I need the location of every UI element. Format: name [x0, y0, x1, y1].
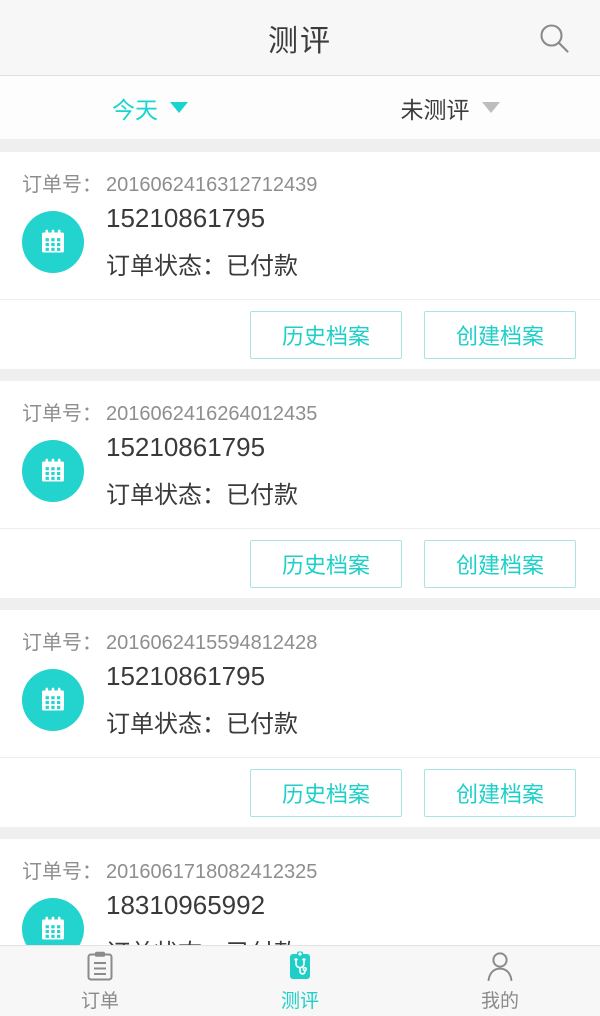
calendar-icon — [22, 898, 84, 945]
search-icon[interactable] — [532, 16, 576, 60]
filter-date[interactable]: 今天 — [0, 76, 300, 139]
calendar-icon — [22, 440, 84, 502]
person-icon — [485, 949, 515, 983]
order-card[interactable]: 订单号： 2016062416264012435 15210861795 订单状态：已… — [0, 381, 600, 598]
order-number-label: 订单号： — [22, 174, 102, 196]
order-number-value: 2016062415594812428 — [106, 632, 318, 654]
chevron-down-icon — [170, 102, 188, 113]
history-record-button[interactable]: 历史档案 — [250, 539, 402, 588]
order-card-actions: 历史档案 创建档案 — [0, 757, 600, 827]
order-number-value: 2016062416312712439 — [106, 174, 318, 196]
order-card-body: 订单号： 2016062415594812428 15210861795 订单状态：已… — [0, 610, 600, 757]
order-status-label: 订单状态： — [106, 711, 226, 738]
order-card-actions: 历史档案 创建档案 — [0, 528, 600, 598]
order-number-row: 订单号： 2016062416264012435 — [0, 397, 600, 432]
customer-phone: 15210861795 — [106, 203, 266, 233]
customer-phone: 15210861795 — [106, 432, 266, 462]
order-status-value: 已付款 — [226, 253, 298, 280]
order-card-texts: 15210861795 订单状态：已付款 — [106, 432, 298, 510]
filter-status[interactable]: 未测评 — [300, 76, 600, 139]
page-title: 测评 — [268, 24, 332, 58]
tab-evaluation[interactable]: 测评 — [200, 946, 400, 1016]
tab-mine[interactable]: 我的 — [400, 946, 600, 1016]
order-status: 订单状态：已付款 — [106, 475, 298, 510]
order-number-row: 订单号： 2016062416312712439 — [0, 168, 600, 203]
customer-phone: 15210861795 — [106, 661, 266, 691]
order-card-main: 15210861795 订单状态：已付款 — [0, 432, 600, 520]
order-card[interactable]: 订单号： 2016062416312712439 15210861795 订单状态：已… — [0, 152, 600, 369]
order-card-texts: 18310965992 订单状态：已付款 — [106, 890, 298, 945]
order-card[interactable]: 订单号：201606171808241232518310965992订单状态：已… — [0, 839, 600, 945]
customer-phone: 18310965992 — [106, 890, 266, 920]
order-number-row: 订单号： 2016062415594812428 — [0, 626, 600, 661]
history-record-button[interactable]: 历史档案 — [250, 768, 402, 817]
order-card-body: 订单号： 2016062416312712439 15210861795 订单状态：已… — [0, 152, 600, 299]
app-header: 测评 — [0, 0, 600, 76]
app-root: 测评 今天 未测评 订单号： 2016062416312712439 1521086… — [0, 0, 600, 1016]
tab-mine-label: 我的 — [480, 991, 519, 1012]
order-card-body: 订单号：201606171808241232518310965992订单状态：已… — [0, 839, 600, 945]
bottom-tab-bar: 订单 测评 我的 — [0, 945, 600, 1016]
filter-status-label: 未测评 — [400, 96, 470, 123]
order-card-main: 18310965992 订单状态：已付款 — [0, 890, 600, 945]
order-card-main: 15210861795 订单状态：已付款 — [0, 661, 600, 749]
filter-date-label: 今天 — [112, 96, 158, 123]
create-record-button[interactable]: 创建档案 — [424, 539, 576, 588]
chevron-down-icon — [481, 102, 500, 113]
tab-orders[interactable]: 订单 — [0, 946, 200, 1016]
create-record-button[interactable]: 创建档案 — [424, 768, 576, 817]
clipboard-list-icon — [85, 949, 115, 983]
order-number-label: 订单号： — [22, 861, 102, 883]
order-status: 订单状态：已付款 — [106, 246, 298, 281]
order-status-label: 订单状态： — [106, 482, 226, 509]
history-record-button[interactable]: 历史档案 — [250, 310, 402, 359]
tab-orders-label: 订单 — [80, 991, 119, 1012]
order-number-value: 2016061718082412325 — [106, 861, 318, 883]
order-number-label: 订单号： — [22, 632, 102, 654]
order-status-label: 订单状态： — [106, 253, 226, 280]
tab-evaluation-label: 测评 — [280, 991, 319, 1012]
order-card-texts: 15210861795 订单状态：已付款 — [106, 661, 298, 739]
calendar-icon — [22, 669, 84, 731]
order-card[interactable]: 订单号： 2016062415594812428 15210861795 订单状态：已… — [0, 610, 600, 827]
order-status-value: 已付款 — [226, 711, 298, 738]
order-card-actions: 历史档案 创建档案 — [0, 299, 600, 369]
stethoscope-clipboard-icon — [285, 949, 315, 983]
filter-bar: 今天 未测评 — [0, 76, 600, 140]
create-record-button[interactable]: 创建档案 — [424, 310, 576, 359]
order-status: 订单状态：已付款 — [106, 704, 298, 739]
order-card-main: 15210861795 订单状态：已付款 — [0, 203, 600, 291]
order-number-label: 订单号： — [22, 403, 102, 425]
order-number-row: 订单号： 2016061718082412325 — [0, 855, 600, 890]
order-list[interactable]: 订单号： 2016062416312712439 15210861795 订单状态：已… — [0, 140, 600, 945]
order-status-value: 已付款 — [226, 482, 298, 509]
order-status: 订单状态：已付款 — [106, 933, 298, 945]
order-card-texts: 15210861795 订单状态：已付款 — [106, 203, 298, 281]
order-number-value: 2016062416264012435 — [106, 403, 318, 425]
calendar-icon — [22, 211, 84, 273]
order-card-body: 订单号： 2016062416264012435 15210861795 订单状态：已… — [0, 381, 600, 528]
